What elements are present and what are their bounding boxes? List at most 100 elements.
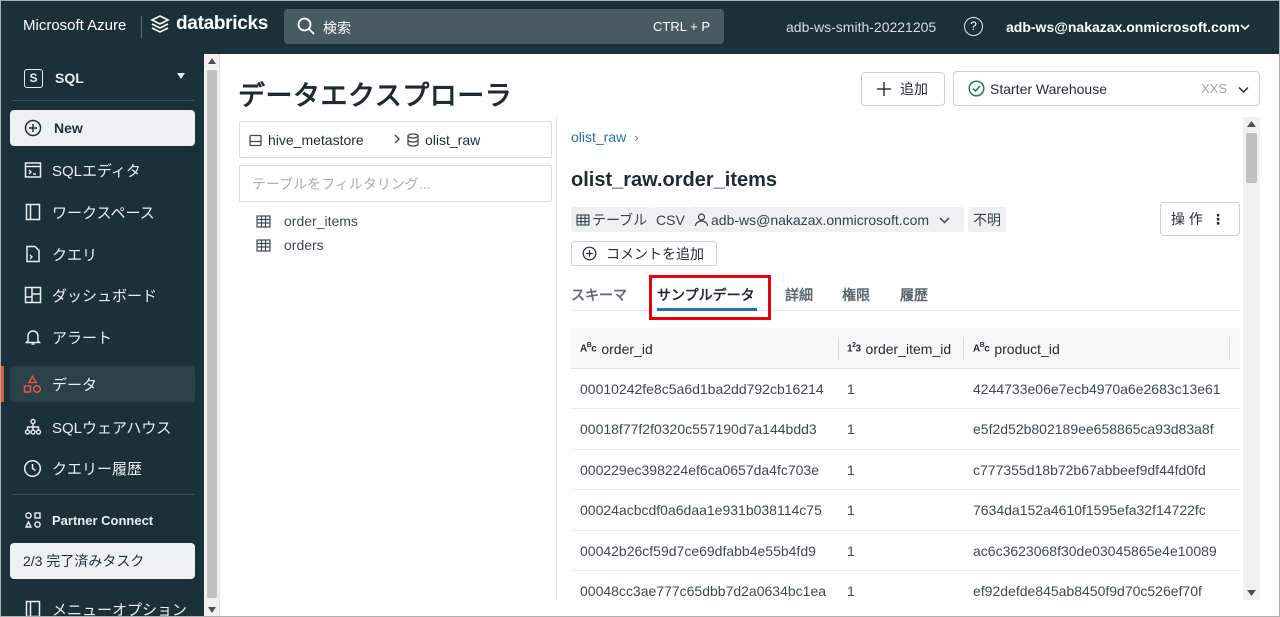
cell-order-id[interactable]: 00024acbcdf0a6daa1e931b038114c75 — [580, 502, 822, 518]
chevron-right-icon — [393, 133, 401, 145]
cell-order-item-id[interactable]: 1 — [847, 583, 855, 599]
user-menu[interactable]: adb-ws@nakazax.onmicrosoft.com — [1006, 19, 1240, 35]
table-name: orders — [284, 237, 324, 253]
plus-circle-icon — [582, 246, 597, 261]
new-button[interactable]: New — [10, 110, 195, 146]
search-label: 検索 — [323, 20, 351, 36]
cell-product-id[interactable]: c777355d18b72b67abbeef9df44fd0fd — [973, 462, 1206, 478]
cell-order-item-id[interactable]: 1 — [847, 421, 855, 437]
tab-history[interactable]: 履歴 — [900, 285, 928, 305]
status-chip: 不明 — [968, 207, 1006, 232]
sidebar-item-sql-warehouses[interactable]: SQLウェアハウス — [10, 409, 195, 445]
add-button[interactable]: 追加 — [861, 72, 945, 106]
format-chip: CSV — [651, 207, 690, 232]
tab-permissions[interactable]: 権限 — [842, 285, 870, 305]
column-resize-handle[interactable] — [1229, 337, 1230, 360]
table-row: 000229ec398224ef6ca0657da4fc703e 1 c7773… — [571, 450, 1240, 491]
cell-product-id[interactable]: e5f2d52b802189ee658865ca93d83a8f — [973, 421, 1214, 437]
partner-connect-icon — [23, 511, 42, 530]
column-resize-handle[interactable] — [963, 337, 964, 360]
cell-order-item-id[interactable]: 1 — [847, 502, 855, 518]
chevron-down-icon[interactable] — [1240, 22, 1250, 32]
main-scrollbar[interactable] — [1243, 117, 1260, 600]
table-list-item[interactable]: order_items — [256, 213, 358, 229]
cell-order-id[interactable]: 00010242fe8c5a6d1ba2dd792cb16214 — [580, 381, 824, 397]
workspace-name[interactable]: adb-ws-smith-20221205 — [786, 19, 936, 35]
status-label: 不明 — [973, 211, 1001, 228]
owner-chip[interactable]: adb-ws@nakazax.onmicrosoft.com — [689, 207, 964, 232]
scroll-down-arrow-icon[interactable] — [1247, 590, 1256, 596]
cell-product-id[interactable]: 7634da152a4610f1595efa32f14722fc — [973, 502, 1206, 518]
persona-switcher[interactable]: S SQL — [12, 64, 194, 92]
dashboard-icon — [23, 286, 42, 305]
sidebar-item-dashboards[interactable]: ダッシュボード — [10, 277, 195, 313]
cell-order-id[interactable]: 00018f77f2f0320c557190d7a144bdd3 — [580, 421, 817, 437]
warehouse-name: Starter Warehouse — [990, 80, 1107, 97]
sidebar-item-workspace[interactable]: ワークスペース — [10, 194, 195, 230]
operations-menu-button[interactable]: 操 作 ⋮ — [1160, 202, 1240, 236]
scroll-up-arrow-icon[interactable] — [1247, 121, 1256, 127]
chevron-down-icon[interactable] — [939, 215, 950, 226]
add-comment-button[interactable]: コメントを追加 — [571, 241, 717, 266]
cell-order-item-id[interactable]: 1 — [847, 543, 855, 559]
sidebar-item-queries[interactable]: クエリ — [10, 236, 195, 272]
grid-header: ABc order_id 123 order_item_id ABc produ… — [571, 328, 1240, 369]
table-row: 00042b26cf59d7ce69dfabb4e55b4fd9 1 ac6c3… — [571, 531, 1240, 571]
scroll-down-arrow-icon[interactable] — [208, 607, 216, 613]
column-resize-handle[interactable] — [838, 337, 839, 360]
scroll-thumb[interactable] — [1246, 133, 1257, 183]
cell-product-id[interactable]: ac6c3623068f30de03045865e4e10089 — [973, 543, 1217, 559]
data-icon — [23, 374, 42, 394]
column-header-order-item-id[interactable]: 123 order_item_id — [847, 328, 951, 369]
sidebar-item-data[interactable]: データ — [10, 366, 195, 402]
query-icon — [23, 245, 42, 264]
sidebar-item-partner-connect[interactable]: Partner Connect — [10, 502, 195, 538]
help-icon[interactable]: ? — [964, 17, 983, 36]
metastore-selector[interactable]: hive_metastore — [249, 132, 364, 148]
operations-label: 操 作 — [1171, 211, 1203, 227]
global-search[interactable]: 検索 CTRL + P — [284, 9, 724, 44]
sidebar-divider — [12, 100, 194, 101]
cell-order-id[interactable]: 00042b26cf59d7ce69dfabb4e55b4fd9 — [580, 543, 816, 559]
catalog-schema-selector[interactable]: hive_metastore olist_raw — [239, 121, 552, 158]
sidebar-item-alerts[interactable]: アラート — [10, 319, 195, 355]
breadcrumb-schema-link[interactable]: olist_raw — [571, 129, 626, 145]
completed-tasks-button[interactable]: 2/3 完了済みタスク — [10, 543, 195, 579]
page-title: データエクスプローラ — [238, 81, 513, 111]
sidebar-item-menu-options[interactable]: メニューオプション — [10, 591, 195, 617]
scroll-up-arrow-icon[interactable] — [208, 58, 216, 64]
databricks-logo[interactable]: databricks — [150, 13, 268, 35]
cell-order-item-id[interactable]: 1 — [847, 462, 855, 478]
string-type-icon: ABc — [580, 342, 597, 355]
cell-order-item-id[interactable]: 1 — [847, 381, 855, 397]
cell-order-id[interactable]: 000229ec398224ef6ca0657da4fc703e — [580, 462, 819, 478]
schema-selector[interactable]: olist_raw — [407, 132, 480, 148]
column-header-order-id[interactable]: ABc order_id — [580, 328, 653, 369]
top-bar: Microsoft Azure databricks 検索 CTRL + P a… — [0, 0, 1280, 54]
sidebar-scrollbar[interactable] — [204, 54, 220, 617]
column-header-product-id[interactable]: ABc product_id — [973, 328, 1060, 369]
cell-product-id[interactable]: 4244733e06e7ecb4970a6e2683c13e61 — [973, 381, 1221, 397]
sidebar-item-sql-editor[interactable]: SQLエディタ — [10, 152, 195, 188]
sidebar-divider — [12, 494, 194, 495]
sidebar-item-label: データ — [52, 376, 98, 394]
table-filter-input[interactable] — [239, 165, 552, 202]
alert-bell-icon — [23, 328, 42, 347]
cell-order-id[interactable]: 00048cc3ae777c65dbb7d2a0634bc1ea — [580, 583, 826, 599]
table-icon — [256, 214, 271, 228]
owner-email: adb-ws@nakazax.onmicrosoft.com — [711, 211, 930, 228]
warehouse-selector[interactable]: Starter Warehouse XXS — [953, 71, 1260, 106]
breadcrumb: olist_raw › — [571, 129, 639, 145]
panel-divider[interactable] — [556, 117, 557, 600]
tab-details[interactable]: 詳細 — [785, 285, 813, 305]
sql-editor-icon — [23, 161, 42, 180]
cell-product-id[interactable]: ef92defde845ab8450f9d70c526ef70f — [973, 583, 1202, 599]
microsoft-azure-brand[interactable]: Microsoft Azure — [23, 17, 126, 34]
tab-schema[interactable]: スキーマ — [571, 285, 627, 305]
search-shortcut: CTRL + P — [653, 19, 710, 34]
sidebar-item-query-history[interactable]: クエリー履歴 — [10, 450, 195, 486]
chevron-down-icon — [1238, 84, 1249, 95]
table-row: 00048cc3ae777c65dbb7d2a0634bc1ea 1 ef92d… — [571, 571, 1240, 600]
table-list-item[interactable]: orders — [256, 237, 324, 253]
scroll-thumb[interactable] — [207, 70, 217, 598]
